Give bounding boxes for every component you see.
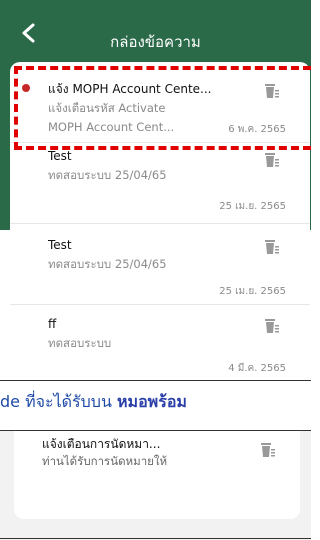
caption-bold: หมอพร้อม <box>116 392 187 411</box>
list-item[interactable]: ff ทดสอบระบบ 4 มี.ค. 2565 <box>10 305 310 380</box>
trash-icon[interactable] <box>262 317 280 335</box>
message-subtitle: ทดสอบระบบ <box>48 336 112 350</box>
message-title: แจ้งเตือนการนัดหมา... <box>42 437 161 451</box>
divider <box>0 538 311 539</box>
message-date: 25 เม.ย. 2565 <box>219 201 286 212</box>
message-title: ff <box>48 317 57 331</box>
message-subtitle: ทดสอบระบบ 25/04/65 <box>48 257 167 271</box>
caption-text: de ที่จะได้รับบน หมอพร้อม <box>0 381 311 429</box>
highlight-annotation <box>14 66 311 150</box>
message-date: 25 เม.ย. 2565 <box>219 286 286 297</box>
message-subtitle: ทดสอบระบบ 25/04/65 <box>48 168 167 182</box>
app-header: กล่องข้อความ <box>0 0 311 65</box>
message-title: Test <box>48 149 72 163</box>
list-item[interactable]: แจ้งเตือนการนัดหมา... ท่านได้รับการนัดหม… <box>14 431 300 519</box>
trash-icon[interactable] <box>258 441 276 459</box>
message-title: Test <box>48 238 72 252</box>
caption-prefix: de ที่จะได้รับบน <box>0 392 117 411</box>
message-date: 4 มี.ค. 2565 <box>228 363 286 374</box>
list-item[interactable]: Test ทดสอบระบบ 25/04/65 25 เม.ย. 2565 <box>10 143 310 224</box>
message-subtitle: ท่านได้รับการนัดหมายให้ <box>42 454 168 468</box>
page-title: กล่องข้อความ <box>110 33 201 51</box>
trash-icon[interactable] <box>262 151 280 169</box>
list-item[interactable]: Test ทดสอบระบบ 25/04/65 25 เม.ย. 2565 <box>10 224 310 305</box>
trash-icon[interactable] <box>262 238 280 256</box>
